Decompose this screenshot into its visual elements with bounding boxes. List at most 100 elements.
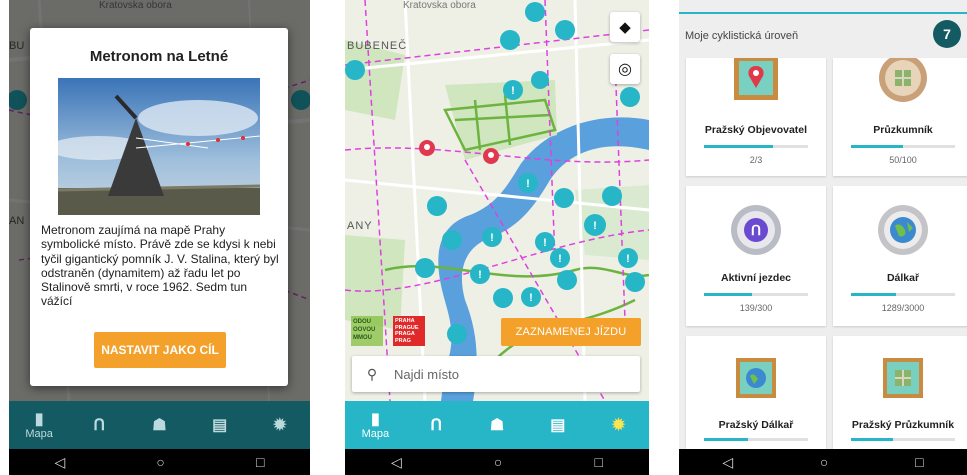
svg-text:!: ! bbox=[543, 237, 547, 249]
achievement-name: Pražský Průzkumník bbox=[851, 419, 955, 431]
back-icon[interactable]: ◁ bbox=[391, 454, 402, 471]
route-gear-badge-icon: ᑎ bbox=[731, 205, 781, 255]
recents-icon[interactable]: □ bbox=[594, 454, 602, 470]
places-icon: ☗ bbox=[489, 417, 505, 434]
svg-text:!: ! bbox=[558, 253, 562, 265]
progress-fill bbox=[851, 145, 903, 148]
progress-bar bbox=[704, 293, 808, 296]
system-navigation-bar: ◁ ○ □ bbox=[9, 449, 310, 475]
nav-item-label: Mapa bbox=[361, 428, 390, 440]
home-icon[interactable]: ○ bbox=[156, 454, 164, 470]
bottom-navigation: ▮ Mapa ᑎ ☗ ▤ ✹ bbox=[9, 401, 310, 449]
metronome-photo bbox=[58, 78, 260, 215]
dialog-title: Metronom na Letné bbox=[89, 48, 229, 65]
search-input[interactable] bbox=[392, 365, 640, 383]
progress-count: 50/100 bbox=[889, 155, 917, 165]
nav-item-map[interactable]: ▮ Mapa bbox=[350, 410, 400, 440]
routes-icon: ᑎ bbox=[93, 417, 106, 434]
phone-place-detail: Kratovska obora BU AN Metronom na Letné bbox=[9, 0, 310, 475]
search-bar[interactable]: ⚲ bbox=[352, 356, 640, 392]
phone-achievements: Moje cyklistická úroveň 7 Pražský Objevo… bbox=[679, 0, 967, 475]
search-icon: ⚲ bbox=[366, 365, 378, 382]
places-icon: ☗ bbox=[152, 417, 167, 434]
dialog-description: Metronom zaujímá na mapě Prahy symbolick… bbox=[41, 223, 279, 309]
location-pin-badge-icon bbox=[734, 58, 778, 100]
progress-bar bbox=[851, 438, 955, 441]
progress-fill bbox=[704, 145, 774, 148]
level-badge[interactable]: 7 bbox=[933, 20, 961, 48]
nav-item-places[interactable]: ☗ bbox=[472, 416, 522, 434]
location-target-icon: ◎ bbox=[618, 61, 632, 78]
level-header: Moje cyklistická úroveň bbox=[679, 12, 967, 58]
achievement-name: Průzkumník bbox=[873, 124, 933, 136]
achievement-card[interactable]: ᑎ Aktivní jezdec 139/300 bbox=[686, 186, 826, 326]
progress-count: 1289/3000 bbox=[881, 303, 925, 313]
achievement-card[interactable]: Pražský Objevovatel 2/3 bbox=[686, 58, 826, 176]
progress-fill bbox=[704, 293, 753, 296]
nav-item-list[interactable]: ▤ bbox=[533, 416, 583, 434]
svg-text:!: ! bbox=[593, 220, 597, 232]
svg-text:ᑎ: ᑎ bbox=[751, 222, 761, 238]
nav-item-tips[interactable]: ✹ bbox=[255, 416, 305, 434]
achievement-card[interactable]: Průzkumník 50/100 bbox=[833, 58, 967, 176]
nav-item-tips[interactable]: ✹ bbox=[594, 416, 644, 434]
achievement-card[interactable]: Pražský Dálkař bbox=[686, 336, 826, 449]
progress-bar bbox=[851, 293, 955, 296]
back-icon[interactable]: ◁ bbox=[722, 454, 733, 471]
list-icon: ▤ bbox=[550, 417, 566, 434]
achievement-name: Aktivní jezdec bbox=[720, 272, 792, 284]
system-navigation-bar: ◁ ○ □ bbox=[345, 449, 649, 475]
map-frame-badge-icon bbox=[883, 358, 923, 398]
bottom-navigation: ▮ Mapa ᑎ ☗ ▤ ✹ bbox=[345, 401, 649, 449]
progress-fill bbox=[851, 293, 896, 296]
record-ride-button[interactable]: ZAZNAMENEJ JÍZDU bbox=[501, 318, 641, 346]
map-icon: ▮ bbox=[370, 411, 380, 428]
prague-logo: PRAHA PRAGUE PRAGA PRAG bbox=[395, 318, 419, 344]
progress-bar bbox=[704, 145, 808, 148]
nav-item-routes[interactable]: ᑎ bbox=[74, 416, 124, 434]
layers-icon: ◆ bbox=[619, 19, 631, 36]
home-icon[interactable]: ○ bbox=[820, 454, 828, 470]
map-icon: ▮ bbox=[34, 411, 44, 428]
layers-button[interactable]: ◆ bbox=[610, 12, 640, 42]
achievement-name: Pražský Objevovatel bbox=[704, 124, 808, 136]
nav-item-places[interactable]: ☗ bbox=[134, 416, 184, 434]
map-label: Kratovska obora bbox=[403, 0, 476, 11]
nav-item-map[interactable]: ▮ Mapa bbox=[14, 410, 64, 440]
recents-icon[interactable]: □ bbox=[256, 454, 264, 470]
achievement-card[interactable]: Dálkař 1289/3000 bbox=[833, 186, 967, 326]
achievement-card[interactable]: Pražský Průzkumník bbox=[833, 336, 967, 449]
progress-bar bbox=[704, 438, 808, 441]
set-as-destination-button[interactable]: NASTAVIT JAKO CÍL bbox=[94, 332, 226, 368]
level-title: Moje cyklistická úroveň bbox=[685, 30, 799, 42]
svg-text:!: ! bbox=[626, 253, 630, 265]
tips-icon: ✹ bbox=[273, 417, 287, 434]
home-icon[interactable]: ○ bbox=[494, 454, 502, 470]
routes-icon: ᑎ bbox=[430, 417, 443, 434]
tips-icon: ✹ bbox=[611, 417, 626, 434]
system-navigation-bar: ◁ ○ □ bbox=[679, 449, 967, 475]
back-icon[interactable]: ◁ bbox=[55, 454, 66, 471]
progress-count: 139/300 bbox=[739, 303, 773, 313]
partner-logo: ODOU OOVOU MMOU bbox=[353, 319, 376, 341]
globe-frame-badge-icon bbox=[736, 358, 776, 398]
place-dialog: Metronom na Letné Metronom zaujímá na ma… bbox=[30, 28, 288, 386]
achievement-name: Pražský Dálkař bbox=[718, 419, 794, 431]
svg-text:!: ! bbox=[478, 269, 482, 281]
nav-item-list[interactable]: ▤ bbox=[195, 416, 245, 434]
locate-button[interactable]: ◎ bbox=[610, 54, 640, 84]
progress-bar bbox=[851, 145, 955, 148]
map-gear-badge-icon bbox=[879, 58, 927, 102]
svg-text:!: ! bbox=[526, 178, 530, 190]
phone-map: !!! !!! !!! Kratovska obora BUBENEČ ANY … bbox=[345, 0, 649, 475]
globe-gear-badge-icon bbox=[878, 205, 928, 255]
svg-text:!: ! bbox=[490, 232, 494, 244]
nav-item-routes[interactable]: ᑎ bbox=[411, 416, 461, 434]
map-label: BUBENEČ bbox=[347, 40, 408, 52]
progress-fill bbox=[704, 438, 748, 441]
svg-text:!: ! bbox=[511, 85, 515, 97]
achievement-name: Dálkař bbox=[886, 272, 920, 284]
recents-icon[interactable]: □ bbox=[915, 454, 923, 470]
svg-text:!: ! bbox=[529, 292, 533, 304]
list-icon: ▤ bbox=[212, 417, 228, 434]
